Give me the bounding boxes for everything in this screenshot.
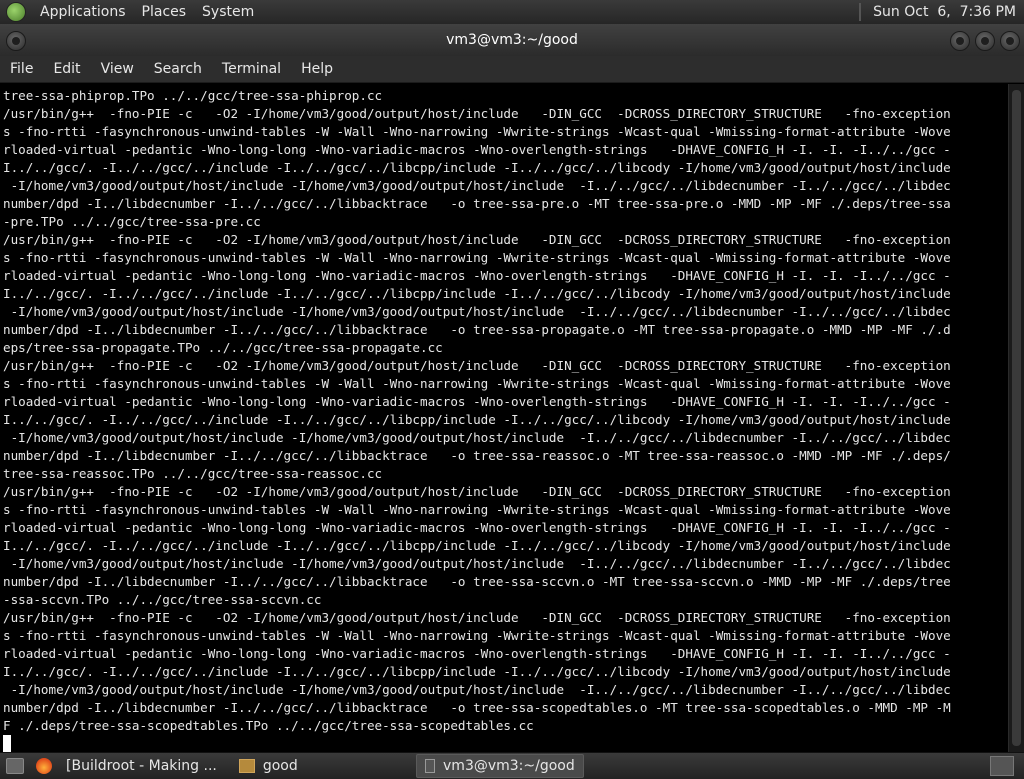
prompt-line — [3, 735, 1008, 752]
terminal-line: /usr/bin/g++ -fno-PIE -c -O2 -I/home/vm3… — [3, 106, 951, 121]
terminal-line: eps/tree-ssa-propagate.TPo ../../gcc/tre… — [3, 340, 443, 355]
terminal-line: I../../gcc/. -I../../gcc/../include -I..… — [3, 664, 951, 679]
folder-icon — [238, 759, 255, 773]
terminal-line: number/dpd -I../libdecnumber -I../../gcc… — [3, 448, 951, 463]
terminal-line: s -fno-rtti -fasynchronous-unwind-tables… — [3, 376, 951, 391]
menu-terminal[interactable]: Terminal — [212, 61, 291, 77]
task-good-folder[interactable]: good — [231, 755, 306, 777]
clock[interactable]: Sun Oct 6, 7:36 PM — [873, 4, 1024, 20]
terminal-line: number/dpd -I../libdecnumber -I../../gcc… — [3, 196, 951, 211]
terminal-scrollbar[interactable] — [1008, 84, 1024, 752]
places-menu[interactable]: Places — [134, 4, 195, 20]
terminal-line: /usr/bin/g++ -fno-PIE -c -O2 -I/home/vm3… — [3, 610, 951, 625]
terminal-line: /usr/bin/g++ -fno-PIE -c -O2 -I/home/vm3… — [3, 484, 951, 499]
terminal-line: rloaded-virtual -pedantic -Wno-long-long… — [3, 268, 951, 283]
terminal-line: rloaded-virtual -pedantic -Wno-long-long… — [3, 646, 951, 661]
terminal-line: number/dpd -I../libdecnumber -I../../gcc… — [3, 322, 951, 337]
window-titlebar[interactable]: vm3@vm3:~/good — [0, 24, 1024, 56]
scrollbar-thumb[interactable] — [1012, 90, 1021, 746]
firefox-icon[interactable] — [36, 758, 52, 774]
terminal-line: number/dpd -I../libdecnumber -I../../gcc… — [3, 700, 951, 715]
show-desktop-icon[interactable] — [6, 758, 24, 774]
window-menu-icon[interactable] — [6, 31, 26, 51]
close-icon[interactable] — [1000, 31, 1020, 51]
terminal-line: -I/home/vm3/good/output/host/include -I/… — [3, 304, 951, 319]
terminal-line: rloaded-virtual -pedantic -Wno-long-long… — [3, 394, 951, 409]
terminal-line: I../../gcc/. -I../../gcc/../include -I..… — [3, 160, 951, 175]
terminal-line: s -fno-rtti -fasynchronous-unwind-tables… — [3, 124, 951, 139]
task-buildroot-label: [Buildroot - Making ... — [66, 758, 217, 774]
window-title: vm3@vm3:~/good — [446, 32, 578, 48]
terminal-icon — [424, 759, 436, 773]
terminal-line: number/dpd -I../libdecnumber -I../../gcc… — [3, 574, 951, 589]
terminal-line: s -fno-rtti -fasynchronous-unwind-tables… — [3, 502, 951, 517]
menu-view[interactable]: View — [91, 61, 144, 77]
terminal-line: s -fno-rtti -fasynchronous-unwind-tables… — [3, 628, 951, 643]
terminal-line: -I/home/vm3/good/output/host/include -I/… — [3, 430, 951, 445]
terminal-line: tree-ssa-phiprop.TPo ../../gcc/tree-ssa-… — [3, 88, 383, 103]
system-menu[interactable]: System — [194, 4, 262, 20]
maximize-icon[interactable] — [975, 31, 995, 51]
terminal-line: s -fno-rtti -fasynchronous-unwind-tables… — [3, 250, 951, 265]
terminal-line: rloaded-virtual -pedantic -Wno-long-long… — [3, 142, 951, 157]
terminal-line: I../../gcc/. -I../../gcc/../include -I..… — [3, 286, 951, 301]
menu-search[interactable]: Search — [144, 61, 212, 77]
task-buildroot[interactable]: [Buildroot - Making ... — [58, 755, 225, 777]
terminal-line: /usr/bin/g++ -fno-PIE -c -O2 -I/home/vm3… — [3, 232, 951, 247]
terminal-output[interactable]: tree-ssa-phiprop.TPo ../../gcc/tree-ssa-… — [0, 84, 1008, 752]
terminal-line: -I/home/vm3/good/output/host/include -I/… — [3, 682, 951, 697]
bottom-panel: [Buildroot - Making ... good vm3@vm3:~/g… — [0, 752, 1024, 779]
terminal-line: /usr/bin/g++ -fno-PIE -c -O2 -I/home/vm3… — [3, 358, 951, 373]
menu-help[interactable]: Help — [291, 61, 343, 77]
terminal-line: -pre.TPo ../../gcc/tree-ssa-pre.cc — [3, 214, 261, 229]
terminal-line: -I/home/vm3/good/output/host/include -I/… — [3, 178, 951, 193]
gnome-foot-icon[interactable] — [6, 2, 26, 22]
text-cursor — [3, 735, 11, 752]
menu-file[interactable]: File — [0, 61, 43, 77]
workspace-switcher-icon[interactable] — [990, 756, 1014, 776]
task-good-label: good — [262, 758, 298, 774]
task-terminal[interactable]: vm3@vm3:~/good — [415, 754, 584, 778]
applications-menu[interactable]: Applications — [32, 4, 134, 20]
terminal-line: F ./.deps/tree-ssa-scopedtables.TPo ../.… — [3, 718, 534, 733]
terminal-line: -ssa-sccvn.TPo ../../gcc/tree-ssa-sccvn.… — [3, 592, 322, 607]
minimize-icon[interactable] — [950, 31, 970, 51]
menu-edit[interactable]: Edit — [43, 61, 90, 77]
terminal-line: -I/home/vm3/good/output/host/include -I/… — [3, 556, 951, 571]
terminal-line: I../../gcc/. -I../../gcc/../include -I..… — [3, 538, 951, 553]
terminal-line: I../../gcc/. -I../../gcc/../include -I..… — [3, 412, 951, 427]
panel-separator — [859, 3, 862, 21]
top-panel: Applications Places System Sun Oct 6, 7:… — [0, 0, 1024, 25]
task-terminal-label: vm3@vm3:~/good — [443, 758, 575, 774]
terminal-line: rloaded-virtual -pedantic -Wno-long-long… — [3, 520, 951, 535]
terminal-line: tree-ssa-reassoc.TPo ../../gcc/tree-ssa-… — [3, 466, 383, 481]
menubar: File Edit View Search Terminal Help — [0, 56, 1024, 83]
